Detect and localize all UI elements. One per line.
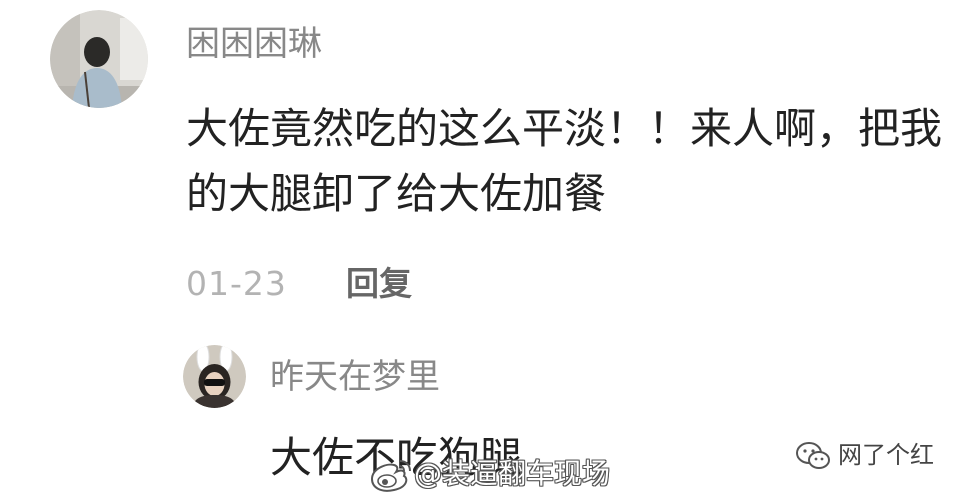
reply-username[interactable]: 昨天在梦里 <box>270 357 440 397</box>
comment-text-line-1: 大佐竟然吃的这么平淡！！来人啊，把我 <box>186 104 943 153</box>
comment-avatar[interactable] <box>50 10 148 108</box>
weibo-logo-icon <box>370 460 411 492</box>
reply-avatar[interactable] <box>183 345 246 408</box>
bunny-ears-avatar-icon <box>183 345 246 408</box>
comment-date: 01-23 <box>186 264 287 303</box>
wechat-icon <box>796 442 830 469</box>
wechat-watermark-text: 网了个红 <box>838 441 934 469</box>
comment-username[interactable]: 困困困琳 <box>186 24 322 64</box>
comment-text-line-2: 的大腿卸了给大佐加餐 <box>186 169 607 218</box>
reply-button[interactable]: 回复 <box>346 264 412 304</box>
user-avatar-photo-icon <box>50 10 148 108</box>
weibo-watermark-text: @装逼翻车现场 <box>414 457 611 490</box>
